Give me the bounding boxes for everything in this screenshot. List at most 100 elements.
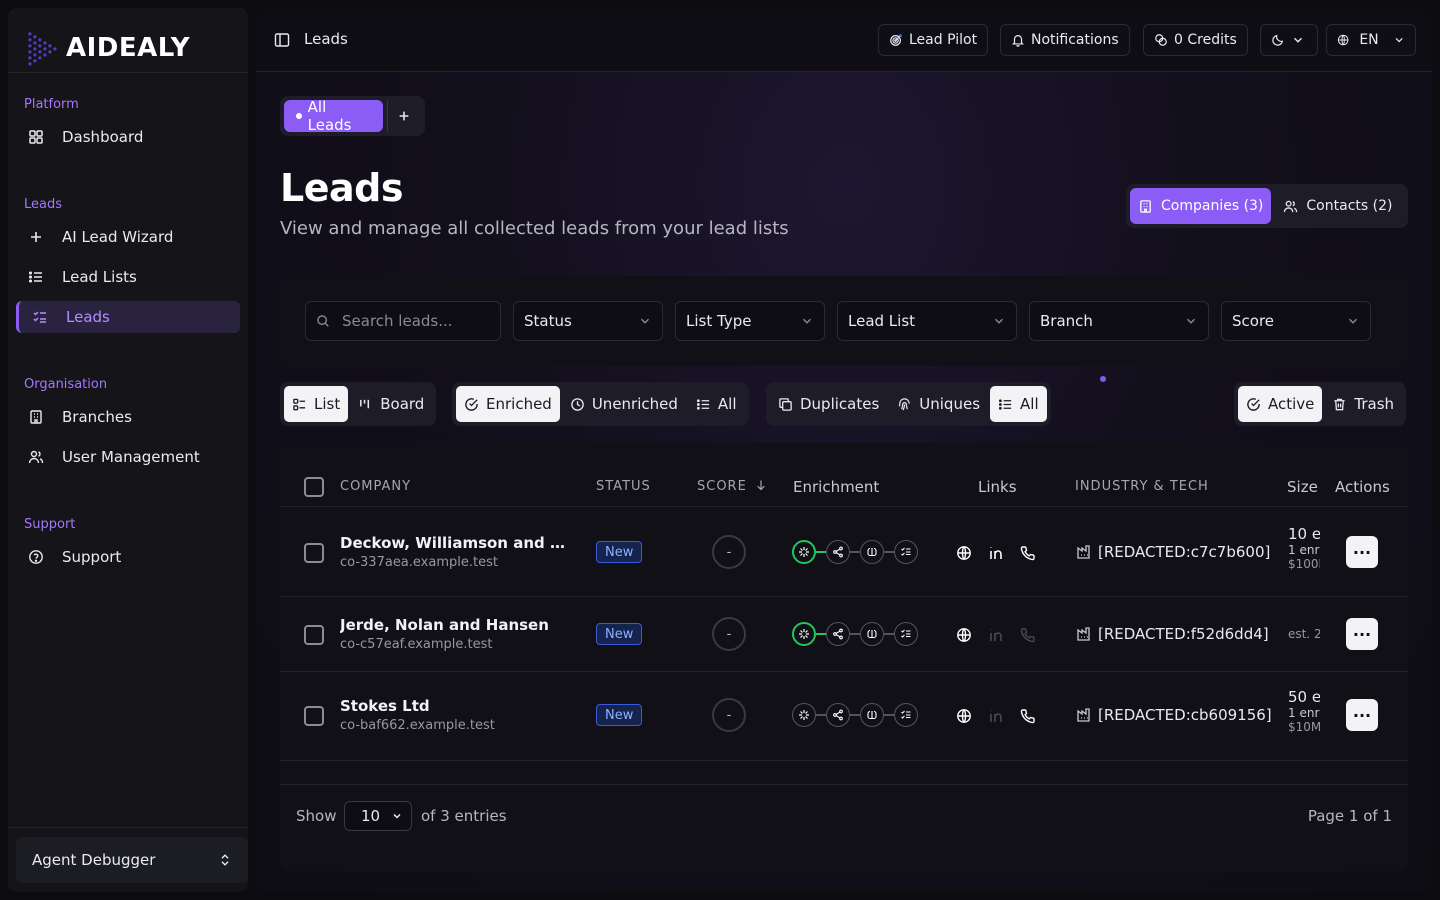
brain-icon	[867, 629, 877, 639]
row-checkbox[interactable]	[304, 543, 324, 563]
enrichment-all-label: All	[717, 395, 737, 413]
table-row[interactable]: Deckow, Williamson and Ber... co-337aea.…	[280, 508, 1408, 597]
phone-icon	[1020, 628, 1035, 643]
company-name[interactable]: Deckow, Williamson and Ber...	[340, 534, 566, 552]
branch-filter[interactable]: Branch	[1029, 301, 1209, 341]
chevron-down-icon	[1187, 318, 1195, 324]
phone-icon[interactable]	[1020, 708, 1036, 724]
list-type-filter[interactable]: List Type	[675, 301, 825, 341]
page-info: Page 1 of 1	[1307, 807, 1392, 825]
share-icon	[833, 709, 843, 721]
sidebar-item-user-management[interactable]: User Management	[16, 441, 240, 473]
sidebar-item-branches[interactable]: Branches	[16, 401, 240, 433]
row-checkbox[interactable]	[304, 625, 324, 645]
col-size: Size	[1287, 478, 1318, 496]
companies-tab[interactable]: Companies (3)	[1130, 188, 1272, 224]
company-size: est. 2	[1288, 627, 1320, 641]
row-checkbox[interactable]	[304, 706, 324, 726]
col-status[interactable]: STATUS	[596, 479, 651, 494]
board-view-button[interactable]: Board	[350, 386, 432, 422]
revenue-range: $100M	[1288, 557, 1320, 571]
agent-debugger-selector[interactable]: Agent Debugger	[16, 837, 248, 883]
table-footer-divider	[280, 784, 1408, 785]
decorative-dot	[1100, 376, 1106, 382]
unenriched-button[interactable]: Unenriched	[562, 386, 686, 422]
row-actions-button[interactable]: ···	[1346, 536, 1378, 568]
row-actions-button[interactable]: ···	[1346, 699, 1378, 731]
industry-label: [REDACTED:c7c7b600]	[1098, 543, 1271, 561]
enrichment-all-button[interactable]: All	[688, 386, 745, 422]
sidebar-item-label: Dashboard	[62, 128, 144, 146]
globe-icon[interactable]	[956, 545, 972, 561]
theme-toggle-button[interactable]	[1260, 24, 1318, 56]
list-view-button[interactable]: List	[284, 386, 349, 422]
fingerprint-icon	[899, 397, 911, 410]
sidebar-item-ai-lead-wizard[interactable]: AI Lead Wizard	[16, 221, 240, 253]
tab-all-leads-label: All Leads	[307, 98, 352, 134]
trash-button[interactable]: Trash	[1324, 386, 1402, 422]
lead-list-filter[interactable]: Lead List	[837, 301, 1017, 341]
status-badge: New	[596, 623, 643, 645]
enrich-social-step	[826, 622, 850, 646]
company-name[interactable]: Stokes Ltd	[340, 697, 566, 715]
check-circle-icon	[465, 397, 478, 411]
tab-all-leads[interactable]: All Leads	[284, 98, 383, 134]
phone-icon[interactable]	[1020, 545, 1036, 561]
clock-icon	[571, 397, 584, 411]
linkedin-icon	[990, 710, 1002, 722]
sparkle-icon	[799, 547, 809, 557]
status-badge: New	[596, 541, 643, 563]
language-selector[interactable]: EN	[1326, 24, 1416, 56]
contacts-tab[interactable]: Contacts (2)	[1275, 188, 1400, 224]
dup-all-button[interactable]: All	[990, 386, 1047, 422]
companies-label: Companies (3)	[1161, 198, 1264, 214]
table-row[interactable]: Stokes Ltd co-baf662.example.test New -	[280, 672, 1408, 761]
globe-icon[interactable]	[956, 627, 972, 643]
score-filter[interactable]: Score	[1221, 301, 1371, 341]
more-icon: ···	[1352, 542, 1372, 562]
sidebar-toggle-icon[interactable]	[274, 32, 290, 48]
brain-icon	[867, 710, 877, 720]
credits-button[interactable]: 0 Credits	[1143, 24, 1248, 56]
lead-pilot-button[interactable]: Lead Pilot	[878, 24, 989, 56]
plus-icon	[400, 111, 409, 121]
active-trash-toggle: Active Trash	[1234, 382, 1407, 426]
company-name[interactable]: Jerde, Nolan and Hansen	[340, 616, 566, 634]
linkedin-icon	[990, 629, 1002, 641]
add-tab-button[interactable]	[386, 100, 421, 132]
enrich-ai-step	[792, 622, 816, 646]
enrichment-steps	[792, 703, 918, 727]
page-size-select[interactable]: 10	[344, 801, 412, 831]
uniques-button[interactable]: Uniques	[889, 386, 988, 422]
brand-logo[interactable]: AIDEALY	[24, 22, 190, 74]
enrich-connector	[816, 714, 826, 716]
col-company[interactable]: COMPANY	[340, 479, 411, 494]
enriched-button[interactable]: Enriched	[456, 386, 560, 422]
col-enrichment: Enrichment	[793, 478, 880, 496]
sidebar-item-lead-lists[interactable]: Lead Lists	[16, 261, 240, 293]
duplicates-button[interactable]: Duplicates	[770, 386, 887, 422]
globe-icon[interactable]	[956, 708, 972, 724]
select-all-checkbox[interactable]	[304, 477, 324, 497]
sidebar-item-support[interactable]: Support	[16, 541, 240, 573]
table-row[interactable]: Jerde, Nolan and Hansen co-c57eaf.exampl…	[280, 597, 1408, 672]
sidebar-item-dashboard[interactable]: Dashboard	[16, 121, 240, 153]
row-actions-button[interactable]: ···	[1346, 618, 1378, 650]
sidebar-item-leads[interactable]: Leads	[16, 301, 240, 333]
list-icon	[28, 271, 42, 283]
search-placeholder: Search leads...	[342, 312, 453, 330]
col-score[interactable]: SCORE	[697, 479, 767, 494]
list-icon	[998, 398, 1012, 410]
list-type-filter-label: List Type	[686, 312, 752, 330]
leads-table: COMPANY STATUS SCORE Enrichment Links IN…	[280, 443, 1408, 871]
enrich-connector	[850, 551, 860, 553]
status-filter[interactable]: Status	[513, 301, 663, 341]
linkedin-icon[interactable]	[988, 545, 1004, 561]
section-leads: Leads	[24, 197, 63, 212]
building-icon	[30, 410, 42, 424]
notifications-button[interactable]: Notifications	[1000, 24, 1130, 56]
enriched-count: 1 enri	[1288, 543, 1320, 557]
active-button[interactable]: Active	[1238, 386, 1323, 422]
enrich-check-step	[894, 703, 918, 727]
search-input[interactable]: Search leads...	[305, 301, 501, 341]
